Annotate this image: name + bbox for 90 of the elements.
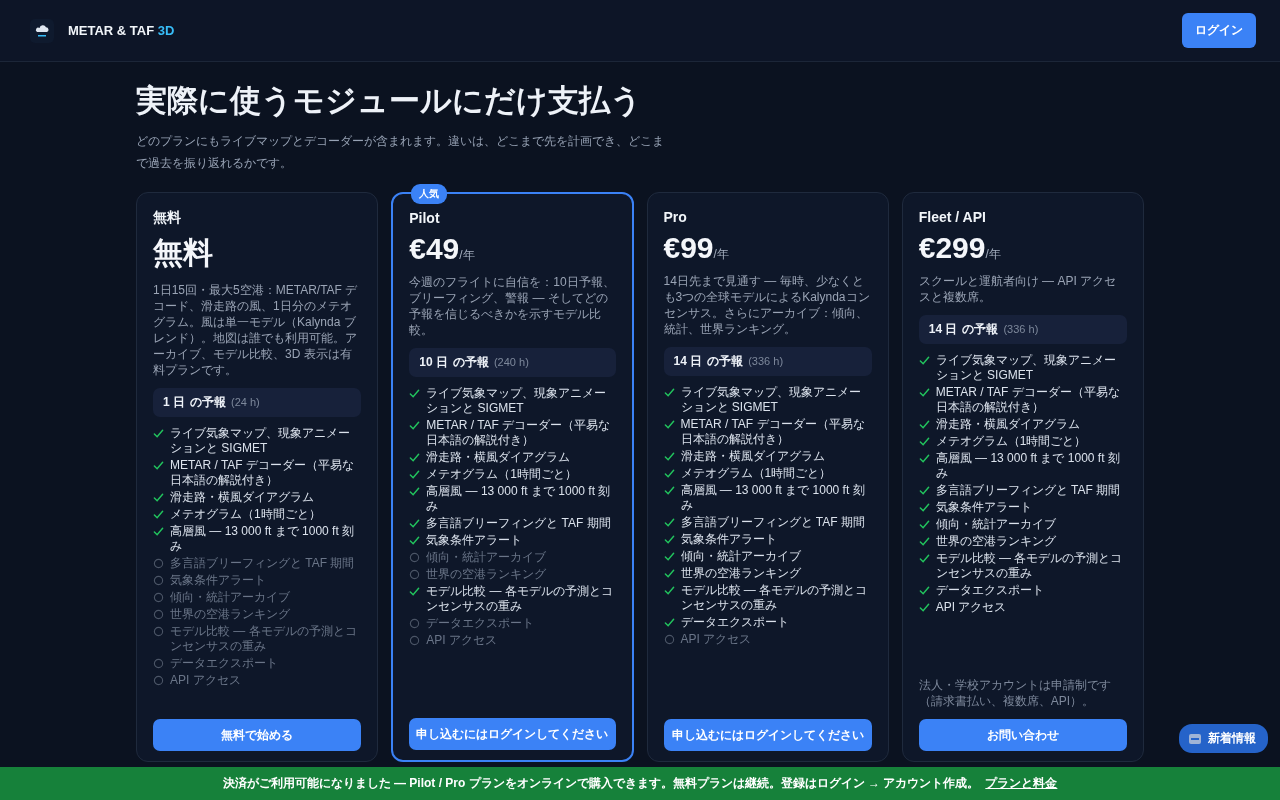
feature-text: API アクセス xyxy=(170,673,241,688)
feature-text: API アクセス xyxy=(680,632,752,647)
plan-cta-button[interactable]: 無料で始める xyxy=(153,719,362,751)
feature-text: データエクスポート xyxy=(935,583,1044,598)
feature-text: ライブ気象マップ、現象アニメーションと SIGMET xyxy=(426,386,608,416)
feature-text: メテオグラム（1時間ごと） xyxy=(680,466,832,481)
forecast-days: 10 日 xyxy=(419,354,448,371)
feature-text: 世界の空港ランキング xyxy=(935,534,1056,549)
plan-description: 1日15回・最大5空港：METAR/TAF デコード、滑走路の風、1日分のメテオグラム。風は単一モデル（Kalynda ブレンド）。地図は誰でも利用可能。アーカイブ、モデル比較、3D 表示は有料プランです。 xyxy=(153,282,359,378)
cloud-logo-icon xyxy=(30,18,54,43)
page-subtitle: どのプランにもライブマップとデコーダーが含まれます。違いは、どこまで先を計画でき、どこまで過去を振り返れるかです。 xyxy=(136,133,665,172)
forecast-days: 1 日 xyxy=(163,394,185,411)
feature-text: 気象条件アラート xyxy=(935,500,1032,515)
feature-text: モデル比較 — 各モデルの予測とコンセンサスの重み xyxy=(170,624,358,654)
feature-text: 多言語ブリーフィングと TAF 期間 xyxy=(935,483,1121,498)
feature-text: API アクセス xyxy=(426,633,497,648)
feature-text: 傾向・統計アーカイブ xyxy=(680,549,801,564)
banner-text: 決済がご利用可能になりました — Pilot / Pro プランをオンラインで購入できます。無料プランは継続。登録はログイン → アカウント作成。 xyxy=(222,775,980,792)
plan-price: €49 xyxy=(409,232,460,266)
feature-text: 多言語ブリーフィングと TAF 期間 xyxy=(680,515,865,530)
feature-text: 気象条件アラート xyxy=(170,573,266,588)
feature-text: METAR / TAF デコーダー（平易な日本語の解説付き） xyxy=(935,385,1121,415)
plan-description: 14日先まで見通す — 毎時、少なくとも3つの全球モデルによるKalyndaコンセンサス。さらにアーカイブ：傾向、統計、世界ランキング。 xyxy=(663,273,871,337)
forecast-days: 14 日 xyxy=(928,321,958,338)
forecast-days: 14 日 xyxy=(673,353,703,370)
feature-text: データエクスポート xyxy=(426,616,535,631)
feature-text: 傾向・統計アーカイブ xyxy=(426,550,547,565)
new-badge-icon xyxy=(1189,733,1201,744)
feature-text: 気象条件アラート xyxy=(426,533,523,548)
feature-text: モデル比較 — 各モデルの予測とコンセンサスの重み xyxy=(935,551,1124,581)
plan-price: €299 xyxy=(918,231,986,265)
feature-text: METAR / TAF デコーダー（平易な日本語の解説付き） xyxy=(170,458,355,488)
feature-text: 高層風 — 13 000 ft まで 1000 ft 刻み xyxy=(170,524,356,554)
forecast-label: の予報 xyxy=(962,321,999,338)
feature-text: ライブ気象マップ、現象アニメーションと SIGMET xyxy=(170,426,351,456)
login-button[interactable]: ログイン xyxy=(1182,13,1256,48)
feature-text: 高層風 — 13 000 ft まで 1000 ft 刻み xyxy=(935,451,1121,481)
plan-price: €99 xyxy=(663,231,714,265)
forecast-hours: (240 h) xyxy=(493,356,529,368)
feature-text: 滑走路・横風ダイアグラム xyxy=(170,490,314,505)
news-button[interactable]: 新着情報 xyxy=(1179,724,1268,753)
forecast-hours: (336 h) xyxy=(1003,323,1039,335)
feature-text: メテオグラム（1時間ごと） xyxy=(426,467,577,482)
feature-text: 世界の空港ランキング xyxy=(680,566,801,581)
feature-text: 気象条件アラート xyxy=(680,532,777,547)
plan-description: 今週のフライトに自信を：10日予報、ブリーフィング、警報 — そしてどの予報を信じるべきかを示すモデル比較。 xyxy=(409,274,616,338)
plan-price: 無料 xyxy=(153,235,213,271)
feature-text: 多言語ブリーフィングと TAF 期間 xyxy=(426,516,611,531)
plan-name: Pilot xyxy=(409,210,441,226)
feature-text: モデル比較 — 各モデルの予測とコンセンサスの重み xyxy=(426,584,614,614)
plan-cta-button[interactable]: 申し込むにはログインしてください xyxy=(663,719,872,751)
feature-text: 滑走路・横風ダイアグラム xyxy=(426,450,571,465)
feature-text: 滑走路・横風ダイアグラム xyxy=(680,449,825,464)
feature-text: メテオグラム（1時間ごと） xyxy=(170,507,321,522)
forecast-label: の予報 xyxy=(452,354,489,371)
feature-text: 世界の空港ランキング xyxy=(426,567,547,582)
price-period: /年 xyxy=(713,247,729,263)
forecast-label: の予報 xyxy=(190,394,226,411)
feature-text: 高層風 — 13 000 ft まで 1000 ft 刻み xyxy=(426,484,612,514)
feature-text: METAR / TAF デコーダー（平易な日本語の解説付き） xyxy=(426,418,612,448)
plan-cta-button[interactable]: 申し込むにはログインしてください xyxy=(409,718,616,750)
forecast-hours: (336 h) xyxy=(748,355,784,367)
feature-text: モデル比較 — 各モデルの予測とコンセンサスの重み xyxy=(680,583,869,613)
feature-text: データエクスポート xyxy=(170,656,278,671)
price-period: /年 xyxy=(459,248,475,264)
feature-text: ライブ気象マップ、現象アニメーションと SIGMET xyxy=(935,353,1117,383)
feature-text: メテオグラム（1時間ごと） xyxy=(935,434,1087,449)
popular-badge: 人気 xyxy=(411,184,448,204)
feature-text: データエクスポート xyxy=(680,615,789,630)
plan-name: Fleet / API xyxy=(918,209,987,225)
feature-text: 世界の空港ランキング xyxy=(170,607,290,622)
brand-name[interactable]: METAR & TAF 3D xyxy=(68,23,175,38)
forecast-label: の予報 xyxy=(707,353,744,370)
feature-text: 傾向・統計アーカイブ xyxy=(170,590,290,605)
forecast-hours: (24 h) xyxy=(231,396,260,408)
feature-text: METAR / TAF デコーダー（平易な日本語の解説付き） xyxy=(680,417,866,447)
feature-text: 滑走路・横風ダイアグラム xyxy=(935,417,1080,432)
plans-link[interactable]: プランと料金 xyxy=(985,775,1058,792)
feature-text: 傾向・統計アーカイブ xyxy=(935,517,1056,532)
plan-name: Pro xyxy=(663,209,688,225)
feature-text: API アクセス xyxy=(935,600,1007,615)
plan-name: 無料 xyxy=(153,209,182,227)
feature-text: 高層風 — 13 000 ft まで 1000 ft 刻み xyxy=(680,483,866,513)
plan-description: スクールと運航者向け — API アクセスと複数席。 xyxy=(918,273,1118,305)
plan-cta-button[interactable]: お問い合わせ xyxy=(918,719,1127,751)
price-period: /年 xyxy=(985,247,1001,263)
feature-text: ライブ気象マップ、現象アニメーションと SIGMET xyxy=(680,385,862,415)
page-title: 実際に使うモジュールにだけ支払う xyxy=(136,82,643,120)
plan-note: 法人・学校アカウントは申請制です（請求書払い、複数席、API）。 xyxy=(918,677,1112,709)
feature-text: 多言語ブリーフィングと TAF 期間 xyxy=(170,556,355,571)
